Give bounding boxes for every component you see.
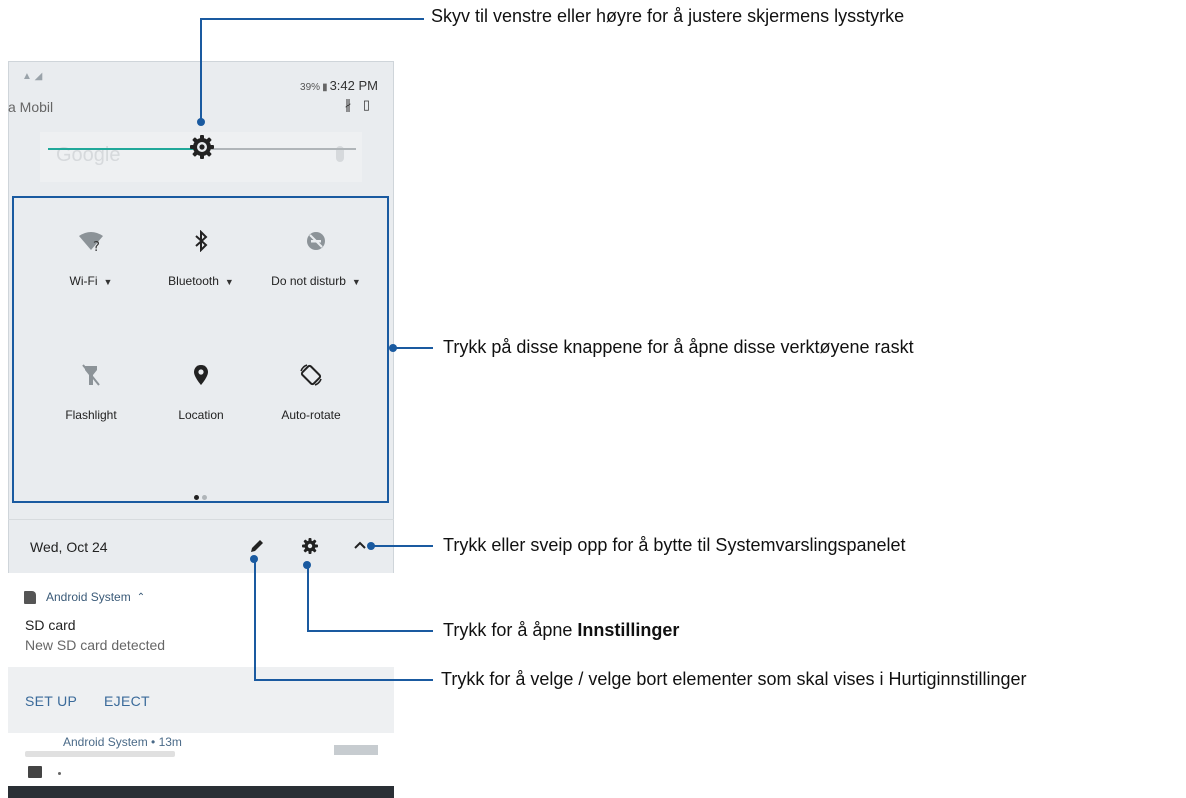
tile-label: Bluetooth: [168, 274, 219, 288]
chevron-up-icon[interactable]: ⌃: [137, 592, 145, 603]
bluetooth-icon: [141, 228, 261, 254]
auto-rotate-icon: [251, 362, 371, 388]
do-not-disturb-icon: [256, 228, 376, 254]
separator-dot: [58, 772, 61, 775]
callout-line: [200, 18, 202, 122]
callout-line: [254, 560, 256, 681]
callout-line: [307, 630, 433, 632]
callout-dot: [303, 561, 311, 569]
chevron-up-icon[interactable]: [353, 538, 367, 557]
notification-body: New SD card detected: [25, 637, 166, 653]
callout-dot: [367, 542, 375, 550]
callout-brightness: Skyv til venstre eller høyre for å juste…: [431, 6, 905, 26]
phone-screen: ▲ ◢ 39% ▮ 3:42 PM a Mobil ∦ ▯ Google ? Wi-…: [8, 61, 394, 798]
sd-card-icon: [24, 590, 36, 604]
tile-location[interactable]: Location: [141, 362, 261, 422]
status-bar-right: 39% ▮ 3:42 PM: [300, 78, 378, 93]
callout-line: [200, 18, 424, 20]
bluetooth-vibrate-icons: ∦ ▯: [344, 97, 374, 112]
callout-dot: [197, 118, 205, 126]
second-notification-header[interactable]: Android System • 13m: [63, 735, 182, 749]
notification-app-name: Android System: [46, 590, 131, 604]
tile-label: Flashlight: [65, 408, 117, 422]
chevron-down-icon[interactable]: ▼: [225, 277, 234, 287]
brightness-icon[interactable]: [188, 133, 216, 161]
chevron-down-icon[interactable]: ▼: [104, 277, 113, 287]
tile-do-not-disturb[interactable]: Do not disturb ▼: [256, 228, 376, 288]
callout-settings-bold: Innstillinger: [577, 620, 680, 640]
page-dot: [202, 495, 207, 500]
wallpaper-strip: [8, 786, 394, 798]
tile-auto-rotate[interactable]: Auto-rotate: [251, 362, 371, 422]
callout-edit: Trykk for å velge / velge bort elementer…: [441, 669, 1027, 689]
page-dot-active: [194, 495, 199, 500]
callout-line: [254, 679, 433, 681]
callout-line: [393, 347, 433, 349]
status-notification-icons: ▲ ◢: [22, 71, 43, 82]
battery-percent: 39%: [300, 82, 321, 93]
tile-bluetooth[interactable]: Bluetooth ▼: [141, 228, 261, 288]
tile-wifi[interactable]: ? Wi-Fi ▼: [31, 228, 151, 288]
tile-label: Location: [178, 408, 224, 422]
page-indicator: [194, 487, 210, 505]
notification-header[interactable]: Android System ⌃: [24, 590, 145, 604]
wifi-icon: ?: [31, 228, 151, 254]
date-label: Wed, Oct 24: [30, 539, 108, 555]
notification-card[interactable]: Android System ⌃ SD card New SD card det…: [8, 573, 394, 798]
svg-text:?: ?: [93, 240, 100, 252]
setup-button[interactable]: SET UP: [25, 693, 77, 709]
clock: 3:42 PM: [329, 78, 378, 93]
callout-dot: [389, 344, 397, 352]
flashlight-icon: [31, 362, 151, 388]
tile-label: Auto-rotate: [281, 408, 341, 422]
chevron-down-icon[interactable]: ▼: [352, 277, 361, 287]
notification-title: SD card: [25, 617, 76, 633]
second-notification-title: [25, 751, 175, 757]
callout-line: [372, 545, 433, 547]
carrier-name: a Mobil: [8, 99, 54, 115]
eject-button[interactable]: EJECT: [104, 693, 150, 709]
battery-icon: ▮: [322, 82, 328, 93]
brightness-slider-track[interactable]: [202, 148, 356, 150]
settings-gear-icon[interactable]: [301, 537, 319, 560]
callout-dot: [250, 555, 258, 563]
screenshot-thumbnail: [334, 745, 378, 755]
tile-label: Wi-Fi: [69, 274, 98, 288]
brightness-slider-fill[interactable]: [48, 148, 202, 150]
tile-flashlight[interactable]: Flashlight: [31, 362, 151, 422]
location-icon: [141, 362, 261, 388]
tile-label: Do not disturb: [271, 274, 346, 288]
image-icon: [28, 766, 42, 778]
callout-settings-prefix: Trykk for å åpne: [443, 620, 578, 640]
callout-line: [307, 567, 309, 632]
notification-actions: SET UP EJECT: [8, 667, 394, 733]
date-row: Wed, Oct 24: [8, 519, 394, 574]
callout-collapse: Trykk eller sveip opp for å bytte til Sy…: [443, 535, 906, 555]
callout-settings: Trykk for å åpne Innstillinger: [443, 620, 679, 641]
callout-tiles: Trykk på disse knappene for å åpne disse…: [443, 337, 914, 357]
